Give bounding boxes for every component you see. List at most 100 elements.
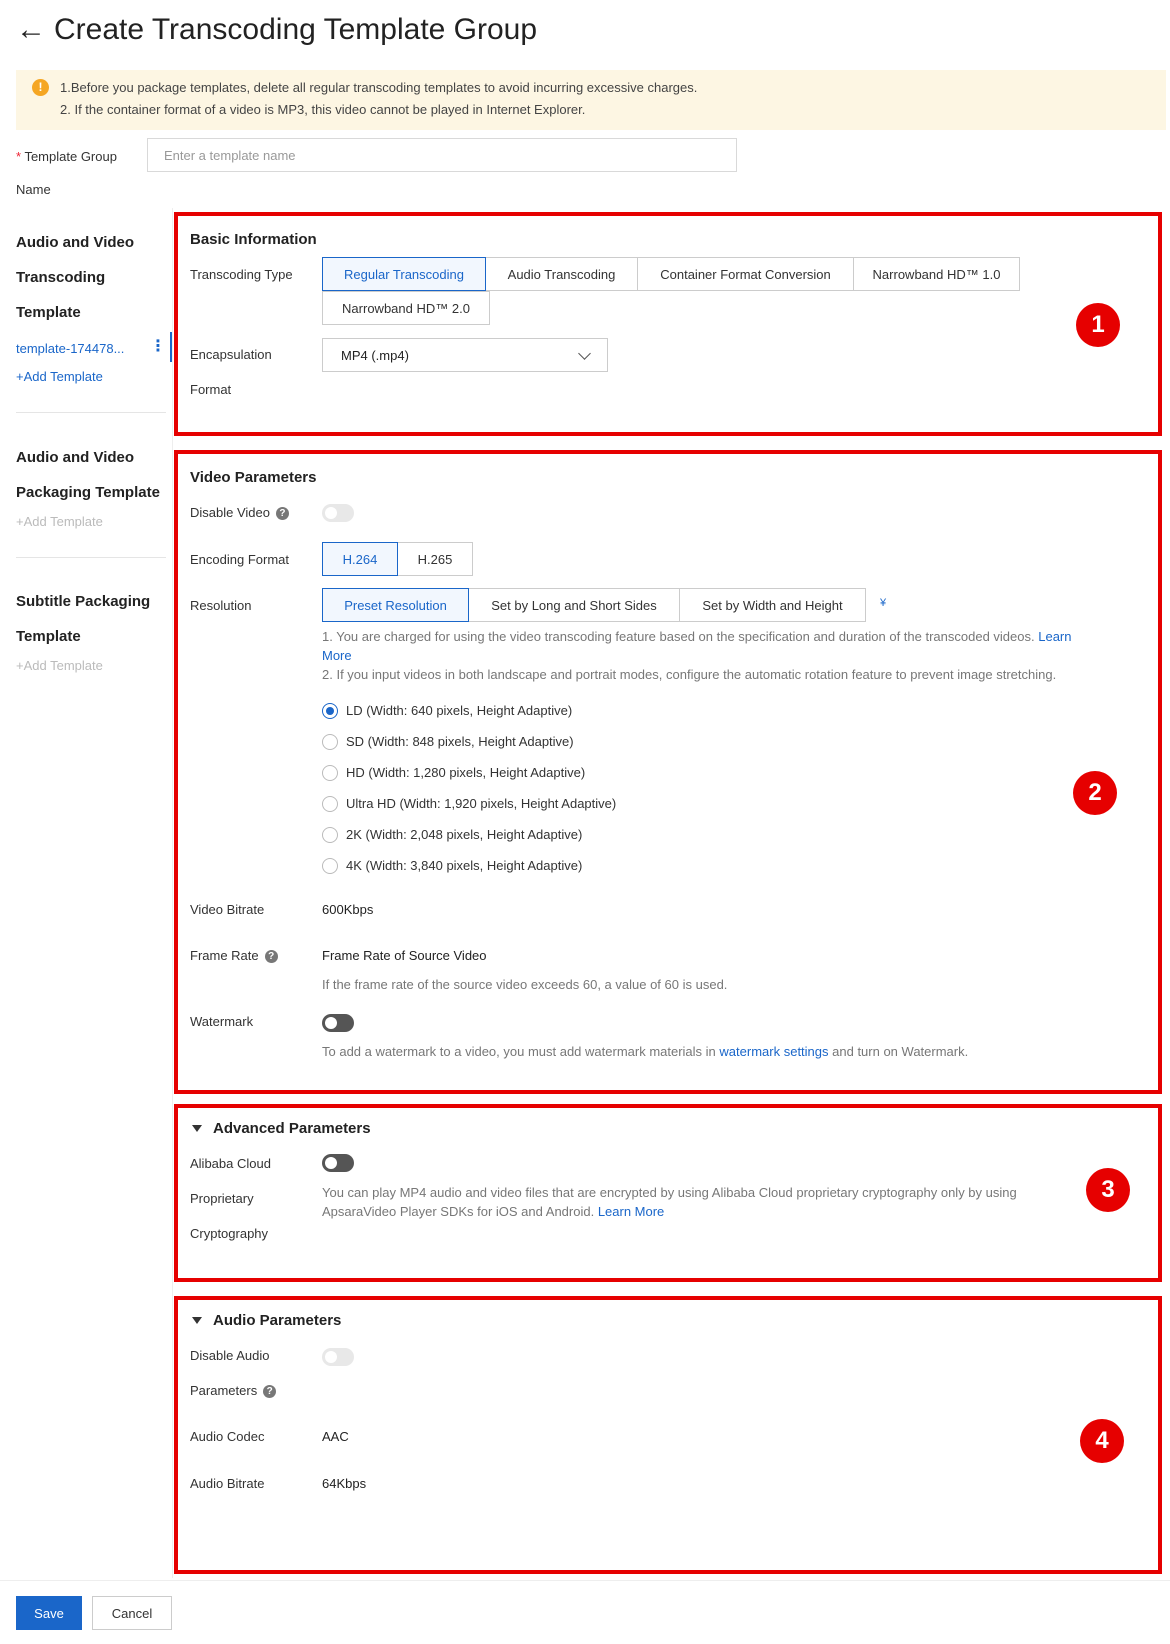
audio-codec-label: Audio Codec <box>190 1429 265 1444</box>
watermark-label: Watermark <box>190 1014 254 1029</box>
nav-heading-transcoding-2: Transcoding <box>16 269 106 286</box>
disable-video-toggle[interactable] <box>322 504 354 522</box>
frame-rate-hint: If the frame rate of the source video ex… <box>322 977 728 992</box>
audio-codec-value: AAC <box>322 1429 349 1444</box>
nav-divider <box>16 412 166 413</box>
transcoding-type-label: Transcoding Type <box>190 267 293 282</box>
badge-4: 4 <box>1080 1419 1124 1463</box>
help-icon[interactable]: ? <box>275 507 289 521</box>
warning-icon: ! <box>32 79 49 96</box>
encapsulation-format-select[interactable]: MP4 (.mp4) <box>322 338 608 372</box>
add-transcoding-template-link[interactable]: +Add Template <box>16 369 103 384</box>
crypto-hint-line2: ApsaraVideo Player SDKs for iOS and Andr… <box>322 1204 665 1219</box>
type-container-format-conversion[interactable]: Container Format Conversion <box>637 257 854 291</box>
banner-line-2: 2. If the container format of a video is… <box>60 102 586 117</box>
nav-item-active-template[interactable]: template-174478... <box>16 341 124 356</box>
resolution-mode-preset[interactable]: Preset Resolution <box>322 588 469 622</box>
footer-divider <box>0 1580 1170 1581</box>
resolution-option-label: 4K (Width: 3,840 pixels, Height Adaptive… <box>346 858 583 873</box>
type-narrowband-hd-2[interactable]: Narrowband HD™ 2.0 <box>322 291 490 325</box>
add-packaging-template-link[interactable]: +Add Template <box>16 514 103 529</box>
resolution-note-2: 2. If you input videos in both landscape… <box>322 667 1057 682</box>
resolution-note-1: 1. You are charged for using the video t… <box>322 629 1072 644</box>
resolution-option-label: SD (Width: 848 pixels, Height Adaptive) <box>346 734 574 749</box>
video-params-title: Video Parameters <box>190 469 317 486</box>
resolution-radio-ultra-hd[interactable] <box>322 796 338 812</box>
resolution-radio-hd[interactable] <box>322 765 338 781</box>
audio-params-title[interactable]: Audio Parameters <box>213 1312 341 1329</box>
nav-heading-packaging-2: Packaging Template <box>16 484 160 501</box>
badge-1: 1 <box>1076 303 1120 347</box>
resolution-label: Resolution <box>190 598 252 613</box>
learn-more-link[interactable]: Learn <box>1038 629 1071 644</box>
warning-banner <box>16 70 1166 130</box>
badge-3: 3 <box>1086 1168 1130 1212</box>
price-icon[interactable]: ¥ <box>880 597 886 609</box>
audio-bitrate-value: 64Kbps <box>322 1476 367 1491</box>
video-bitrate-value: 600Kbps <box>322 902 374 917</box>
type-audio-transcoding[interactable]: Audio Transcoding <box>485 257 638 291</box>
required-mark: * <box>16 149 22 164</box>
resolution-radio-2k[interactable] <box>322 827 338 843</box>
banner-line-1: 1.Before you package templates, delete a… <box>60 80 698 95</box>
crypto-hint-line1: You can play MP4 audio and video files t… <box>322 1185 1017 1200</box>
type-narrowband-hd-1[interactable]: Narrowband HD™ 1.0 <box>853 257 1020 291</box>
crypto-label: Alibaba Cloud <box>190 1156 271 1171</box>
nav-heading-subtitle: Subtitle Packaging <box>16 593 151 610</box>
learn-more-link[interactable]: Learn More <box>598 1204 664 1219</box>
resolution-option-label: LD (Width: 640 pixels, Height Adaptive) <box>346 703 573 718</box>
collapse-triangle-icon[interactable] <box>192 1317 202 1324</box>
advanced-params-title[interactable]: Advanced Parameters <box>213 1120 371 1137</box>
save-button[interactable]: Save <box>16 1596 82 1630</box>
watermark-toggle[interactable] <box>322 1014 354 1032</box>
chevron-down-icon <box>578 346 591 360</box>
resolution-option-label: Ultra HD (Width: 1,920 pixels, Height Ad… <box>346 796 617 811</box>
resolution-radio-ld[interactable] <box>322 703 338 719</box>
encapsulation-label-line2: Format <box>190 382 232 397</box>
video-bitrate-label: Video Bitrate <box>190 902 265 917</box>
learn-more-link-cont[interactable]: More <box>322 646 352 665</box>
basic-info-title: Basic Information <box>190 231 317 248</box>
resolution-mode-long-short[interactable]: Set by Long and Short Sides <box>468 588 680 622</box>
nav-heading-packaging: Audio and Video <box>16 449 135 466</box>
disable-video-label: Disable Video? <box>190 505 289 521</box>
help-icon[interactable]: ? <box>263 1385 277 1399</box>
template-group-label: * Template Group <box>16 149 117 164</box>
resolution-radio-4k[interactable] <box>322 858 338 874</box>
add-subtitle-template-link[interactable]: +Add Template <box>16 658 103 673</box>
encapsulation-label: Encapsulation <box>190 347 272 362</box>
encoding-format-label: Encoding Format <box>190 552 289 567</box>
audio-bitrate-label: Audio Bitrate <box>190 1476 265 1491</box>
disable-audio-label-2: Parameters? <box>190 1383 277 1399</box>
help-icon[interactable]: ? <box>264 950 278 964</box>
badge-2: 2 <box>1073 771 1117 815</box>
encapsulation-format-value: MP4 (.mp4) <box>341 347 409 363</box>
nav-heading-transcoding-3: Template <box>16 304 81 321</box>
crypto-label-2: Proprietary <box>190 1191 254 1206</box>
collapse-triangle-icon[interactable] <box>192 1125 202 1132</box>
more-options-icon[interactable]: ⋮ <box>150 339 166 355</box>
resolution-mode-width-height[interactable]: Set by Width and Height <box>679 588 866 622</box>
nav-heading-transcoding: Audio and Video <box>16 234 135 251</box>
page-title: Create Transcoding Template Group <box>54 13 538 46</box>
crypto-toggle[interactable] <box>322 1154 354 1172</box>
nav-divider <box>16 557 166 558</box>
frame-rate-label: Frame Rate? <box>190 948 278 964</box>
nav-heading-subtitle-2: Template <box>16 628 81 645</box>
template-group-name-input[interactable] <box>147 138 737 172</box>
frame-rate-value: Frame Rate of Source Video <box>322 948 487 963</box>
crypto-label-3: Cryptography <box>190 1226 269 1241</box>
content-divider <box>172 208 173 1578</box>
resolution-radio-sd[interactable] <box>322 734 338 750</box>
cancel-button[interactable]: Cancel <box>92 1596 172 1630</box>
resolution-option-label: HD (Width: 1,280 pixels, Height Adaptive… <box>346 765 586 780</box>
template-group-label-line2: Name <box>16 182 51 197</box>
watermark-hint: To add a watermark to a video, you must … <box>322 1044 969 1059</box>
back-arrow-icon[interactable]: ← <box>16 12 46 48</box>
disable-audio-label: Disable Audio <box>190 1348 270 1363</box>
type-regular-transcoding[interactable]: Regular Transcoding <box>322 257 486 291</box>
watermark-settings-link[interactable]: watermark settings <box>719 1044 828 1059</box>
encoding-h265[interactable]: H.265 <box>397 542 473 576</box>
encoding-h264[interactable]: H.264 <box>322 542 398 576</box>
disable-audio-toggle[interactable] <box>322 1348 354 1366</box>
